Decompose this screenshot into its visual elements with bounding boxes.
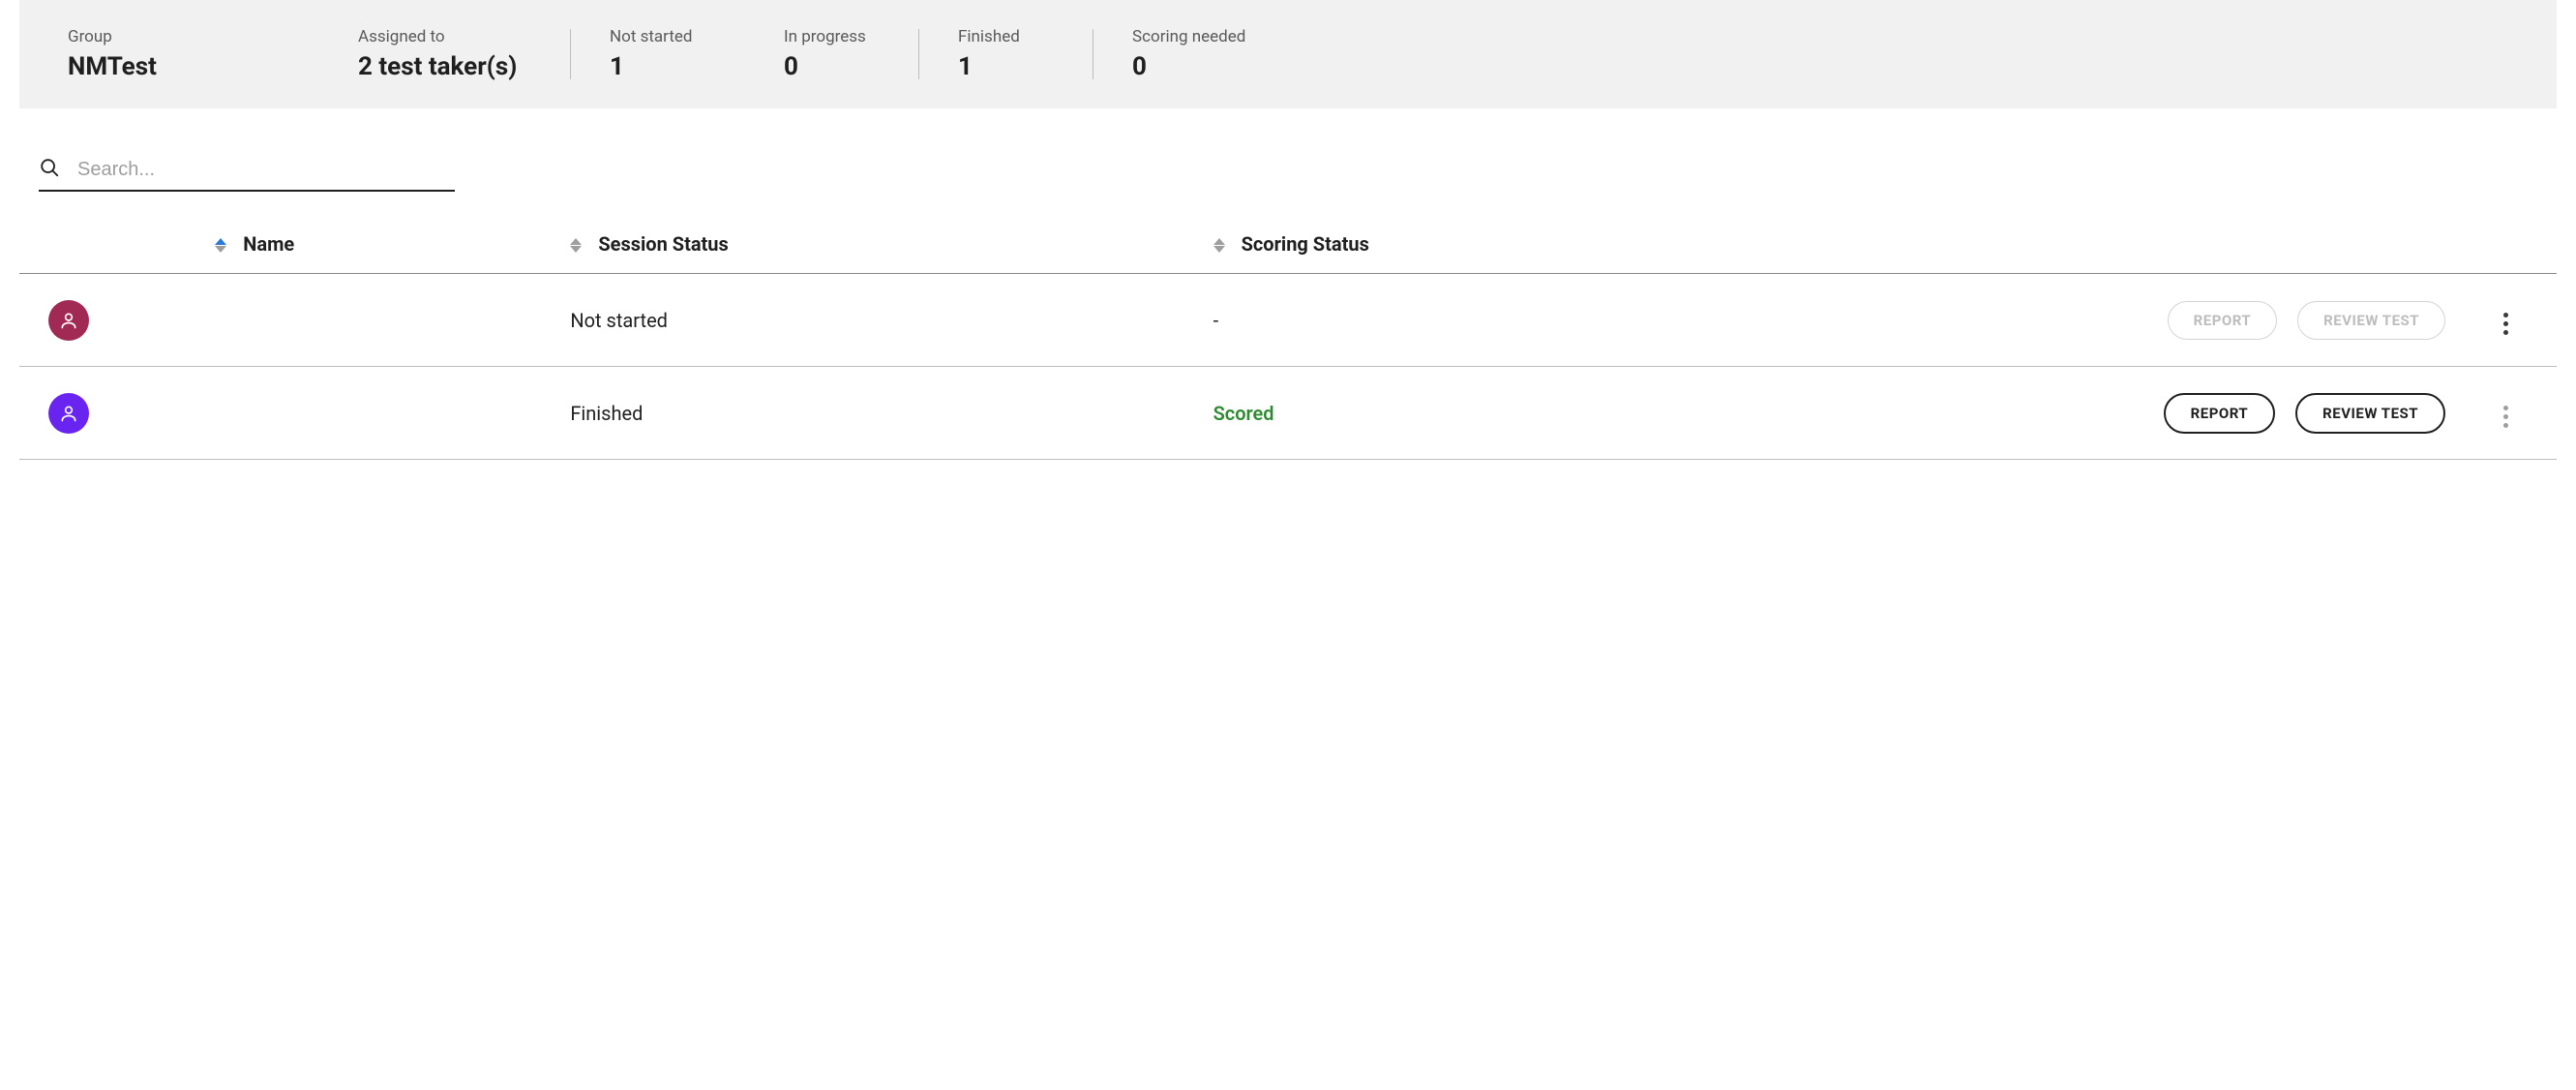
kebab-menu-icon[interactable] — [2498, 307, 2514, 341]
summary-not-started-label: Not started — [610, 27, 706, 46]
search-input[interactable] — [77, 159, 455, 181]
sort-icon[interactable] — [570, 238, 582, 253]
header-scoring-status[interactable]: Scoring Status — [1242, 232, 1369, 256]
table-row: Not started - REPORT REVIEW TEST — [19, 274, 2557, 367]
report-button: REPORT — [2168, 301, 2278, 340]
sort-icon[interactable] — [1213, 238, 1225, 253]
cell-session-status: Finished — [560, 367, 1203, 460]
table-row: Finished Scored REPORT REVIEW TEST — [19, 367, 2557, 460]
summary-in-progress-label: In progress — [784, 27, 881, 46]
summary-group-label: Group — [68, 27, 319, 46]
search-bar[interactable] — [39, 157, 455, 192]
summary-finished-value: 1 — [958, 52, 1055, 81]
avatar — [48, 393, 89, 434]
cell-name — [205, 274, 560, 367]
sort-icon[interactable] — [215, 238, 226, 253]
review-test-button: REVIEW TEST — [2297, 301, 2445, 340]
header-name[interactable]: Name — [243, 232, 294, 256]
cell-scoring-status: - — [1204, 274, 1846, 367]
summary-scoring-needed-label: Scoring needed — [1132, 27, 1245, 46]
summary-group-value: NMTest — [68, 52, 319, 81]
summary-assigned-value: 2 test taker(s) — [358, 52, 532, 81]
summary-not-started: Not started 1 — [571, 27, 745, 81]
summary-finished: Finished 1 — [919, 27, 1093, 81]
cell-session-status: Not started — [560, 274, 1203, 367]
summary-scoring-needed: Scoring needed 0 — [1093, 27, 1284, 81]
results-table: Name Session Status Scoring Status — [19, 219, 2557, 460]
search-icon — [39, 157, 60, 182]
header-session-status[interactable]: Session Status — [598, 232, 728, 256]
report-button[interactable]: REPORT — [2164, 393, 2276, 434]
summary-finished-label: Finished — [958, 27, 1055, 46]
summary-bar: Group NMTest Assigned to 2 test taker(s)… — [19, 0, 2557, 108]
summary-assigned: Assigned to 2 test taker(s) — [358, 27, 571, 81]
kebab-menu-icon[interactable] — [2498, 400, 2514, 434]
cell-name — [205, 367, 560, 460]
cell-scoring-status: Scored — [1204, 367, 1846, 460]
summary-scoring-needed-value: 0 — [1132, 52, 1245, 81]
summary-group: Group NMTest — [68, 27, 358, 81]
summary-in-progress-value: 0 — [784, 52, 881, 81]
summary-in-progress: In progress 0 — [745, 27, 919, 81]
review-test-button[interactable]: REVIEW TEST — [2295, 393, 2445, 434]
summary-assigned-label: Assigned to — [358, 27, 532, 46]
summary-not-started-value: 1 — [610, 52, 706, 81]
avatar — [48, 300, 89, 341]
